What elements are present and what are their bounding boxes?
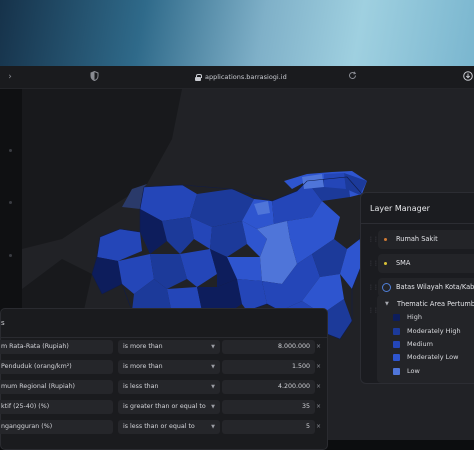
filter-value-input[interactable]: 4.200.000 <box>222 380 315 394</box>
filter-field-select[interactable]: ngangguran (%) <box>0 420 113 434</box>
layer-label: Batas Wilayah Kota/Kabupa <box>396 283 474 291</box>
legend-swatch <box>393 368 400 375</box>
filter-field-select[interactable]: m Rata-Rata (Rupiah) <box>0 340 113 354</box>
filter-operator-select[interactable]: is more than ▼ <box>118 340 220 354</box>
chevron-down-icon: ▼ <box>211 364 215 370</box>
url-text: applications.barrasiogi.id <box>205 73 287 81</box>
download-icon[interactable] <box>462 71 474 83</box>
filter-panel: s m Rata-Rata (Rupiah) is more than ▼ 8.0… <box>0 308 328 450</box>
reload-icon[interactable] <box>346 71 358 83</box>
close-icon[interactable]: × <box>316 340 321 354</box>
region[interactable] <box>180 249 217 287</box>
divider <box>1 337 327 338</box>
layer-row-rumah-sakit[interactable]: ⋮⋮ Rumah Sakit <box>361 230 474 250</box>
legend-swatch <box>393 354 400 361</box>
legend-swatch <box>393 341 400 348</box>
filter-row: m Rata-Rata (Rupiah) is more than ▼ 8.000… <box>0 340 327 354</box>
region[interactable] <box>97 229 142 261</box>
chevron-down-icon: ▼ <box>211 424 215 430</box>
layer-card[interactable]: SMA <box>378 254 474 273</box>
close-icon[interactable]: × <box>316 360 321 374</box>
browser-toolbar: › applications.barrasiogi.id <box>0 66 474 89</box>
legend-label: Moderately Low <box>407 353 459 361</box>
filter-operator-select[interactable]: is greater than or equal to ▼ <box>118 400 220 414</box>
chevron-down-icon: ▼ <box>211 344 215 350</box>
polygon-outline-icon <box>382 283 391 292</box>
desktop-background <box>0 0 474 70</box>
thematic-title: Thematic Area Pertumbuh <box>397 300 474 308</box>
drag-handle-icon[interactable]: ⋮⋮ <box>368 236 379 244</box>
filter-operator-select[interactable]: is less than ▼ <box>118 380 220 394</box>
legend-label: Medium <box>407 340 433 348</box>
filter-field-select[interactable]: mum Regional (Rupiah) <box>0 380 113 394</box>
layer-row-sma[interactable]: ⋮⋮ SMA <box>361 254 474 274</box>
filter-row: Penduduk (orang/km²) is more than ▼ 1.500… <box>0 360 327 374</box>
drag-handle-icon[interactable]: ⋮⋮ <box>368 284 379 292</box>
layer-label: SMA <box>396 259 411 267</box>
sidebar-item[interactable] <box>9 201 12 204</box>
filter-operator-select[interactable]: is less than or equal to ▼ <box>118 420 220 434</box>
region[interactable] <box>237 279 267 311</box>
filter-value-input[interactable]: 5 <box>222 420 315 434</box>
sidebar-item[interactable] <box>9 149 12 152</box>
lock-icon <box>195 73 202 81</box>
filter-value-input[interactable]: 1.500 <box>222 360 315 374</box>
legend-swatch <box>393 328 400 335</box>
filter-value-input[interactable]: 35 <box>222 400 315 414</box>
region[interactable] <box>162 217 194 254</box>
point-marker-icon <box>384 262 387 265</box>
filter-value-input[interactable]: 8.000.000 <box>222 340 315 354</box>
layer-card[interactable]: Rumah Sakit <box>378 230 474 249</box>
operator-label: is more than <box>123 343 163 350</box>
region[interactable] <box>92 257 122 294</box>
legend-label: Low <box>407 367 420 375</box>
operator-label: is less than or equal to <box>123 423 195 430</box>
filter-operator-select[interactable]: is more than ▼ <box>118 360 220 374</box>
filter-field-select[interactable]: ktif (25-40) (%) <box>0 400 113 414</box>
drag-handle-icon[interactable]: ⋮⋮ <box>368 260 379 268</box>
filter-panel-title: s <box>1 319 5 327</box>
filter-row: ngangguran (%) is less than or equal to ▼… <box>0 420 327 434</box>
chevron-down-icon: ▼ <box>211 384 215 390</box>
chevron-down-icon: ▼ <box>211 404 215 410</box>
operator-label: is greater than or equal to <box>123 403 206 410</box>
close-icon[interactable]: × <box>316 400 321 414</box>
operator-label: is less than <box>123 383 159 390</box>
address-bar[interactable]: applications.barrasiogi.id <box>195 71 287 83</box>
filter-row: mum Regional (Rupiah) is less than ▼ 4.20… <box>0 380 327 394</box>
divider <box>361 223 474 224</box>
caret-down-icon[interactable]: ▼ <box>385 301 389 307</box>
point-marker-icon <box>384 238 387 241</box>
legend-label: Moderately High <box>407 327 461 335</box>
close-icon[interactable]: × <box>316 420 321 434</box>
filter-row: ktif (25-40) (%) is greater than or equa… <box>0 400 327 414</box>
shield-icon[interactable] <box>88 70 100 83</box>
operator-label: is more than <box>123 363 163 370</box>
region[interactable] <box>210 221 247 257</box>
chevron-right-icon[interactable]: › <box>4 71 16 83</box>
layer-label: Rumah Sakit <box>396 235 438 243</box>
legend-swatch <box>393 314 400 321</box>
close-icon[interactable]: × <box>316 380 321 394</box>
sidebar-item[interactable] <box>9 254 12 257</box>
filter-field-select[interactable]: Penduduk (orang/km²) <box>0 360 113 374</box>
thematic-layer-card[interactable]: ▼ Thematic Area Pertumbuh High Moderatel… <box>377 295 474 383</box>
legend-label: High <box>407 313 422 321</box>
layer-manager-title: Layer Manager <box>370 204 430 213</box>
region-madura[interactable] <box>324 173 346 189</box>
browser-window: › applications.barrasiogi.id Layer Manag… <box>0 66 474 450</box>
